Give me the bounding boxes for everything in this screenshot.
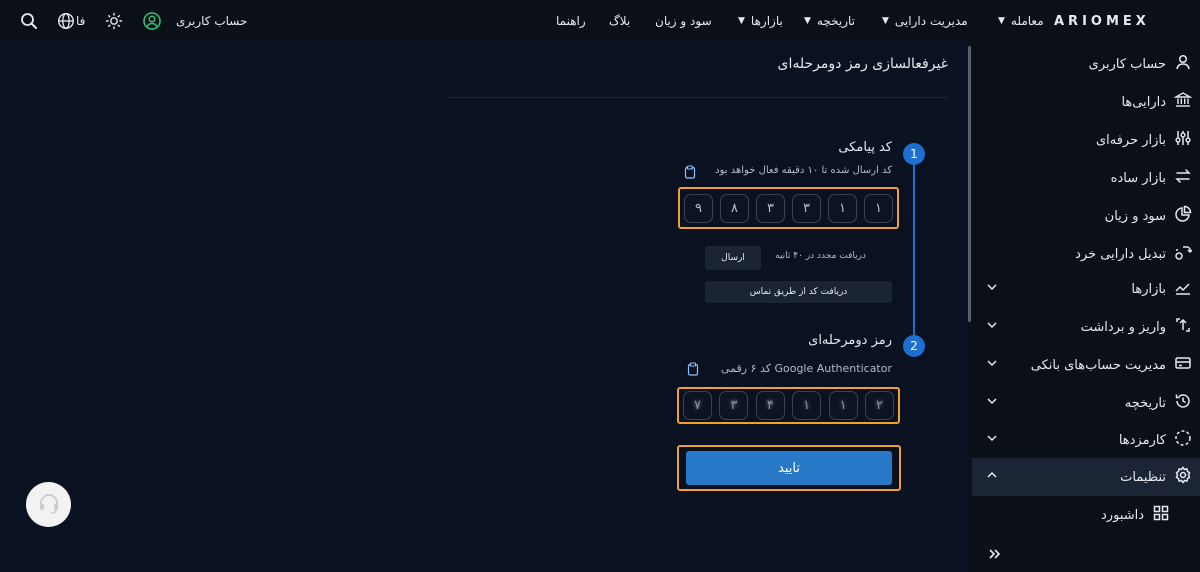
confirm-button[interactable]: تایید	[686, 451, 892, 485]
user-icon	[1174, 53, 1192, 75]
title-divider	[448, 97, 948, 98]
sms-code-digit-1[interactable]: ۱	[864, 193, 893, 223]
chevron-down-icon	[986, 281, 998, 297]
dashboard-icon	[1152, 504, 1170, 526]
sidebar-item-dust-convert[interactable]: تبدیل دارایی خرد	[972, 235, 1200, 273]
nav-guide[interactable]: راهنما	[556, 0, 586, 42]
chevron-up-icon	[986, 469, 998, 485]
step-connector	[913, 162, 915, 338]
user-circle-icon[interactable]	[142, 0, 162, 42]
sidebar-item-history[interactable]: تاریخچه	[972, 384, 1200, 422]
main-content	[0, 42, 968, 572]
swap-icon	[1174, 167, 1192, 189]
twofa-digit-4[interactable]: ۴	[755, 391, 785, 420]
twofa-digit-1[interactable]: ۲	[864, 391, 894, 420]
sidebar-item-account[interactable]: حساب کاربری	[972, 45, 1200, 83]
caret-down-icon: ▼	[882, 16, 889, 26]
logo[interactable]: ARIOMEX	[1054, 0, 1150, 42]
caret-down-icon: ▼	[804, 16, 811, 26]
account-menu[interactable]: حساب کاربری	[176, 0, 247, 42]
twofa-digit-2[interactable]: ۱	[828, 391, 858, 420]
twofa-digit-5[interactable]: ۳	[719, 391, 749, 420]
fee-icon	[1174, 429, 1192, 451]
sms-code-input-frame: ۱ ۱ ۳ ۳ ۸ ۹	[678, 187, 899, 229]
scrollbar-thumb[interactable]	[968, 46, 971, 322]
twofa-digit-3[interactable]: ۱	[792, 391, 822, 420]
language-label[interactable]: فا	[76, 0, 85, 42]
paste-clipboard-icon[interactable]	[687, 361, 699, 380]
double-chevron-icon[interactable]	[987, 546, 1003, 565]
convert-icon	[1174, 243, 1193, 265]
sms-code-digit-2[interactable]: ۱	[828, 193, 857, 223]
sms-code-digit-4[interactable]: ۳	[756, 193, 785, 223]
caret-down-icon: ▼	[738, 16, 745, 26]
twofa-hint: کد ۶ رقمی Google Authenticator	[720, 362, 892, 375]
headset-icon	[37, 491, 61, 519]
sidebar-item-markets[interactable]: بازارها	[972, 270, 1200, 308]
deposit-icon	[1174, 316, 1192, 338]
send-code-button[interactable]: ارسال	[705, 246, 761, 270]
chevron-down-icon	[986, 357, 998, 373]
sms-code-title: کد پیامکی	[838, 140, 892, 155]
nav-markets[interactable]: ▼ بازارها	[734, 0, 783, 42]
sidebar-item-pro-market[interactable]: بازار حرفه‌ای	[972, 121, 1200, 159]
history-icon	[1174, 392, 1192, 414]
chevron-down-icon	[986, 432, 998, 448]
nav-profit-loss[interactable]: سود و زیان	[655, 0, 712, 42]
chevron-down-icon	[986, 319, 998, 335]
nav-blog[interactable]: بلاگ	[609, 0, 630, 42]
support-chat-button[interactable]	[26, 482, 71, 527]
step-1-badge: 1	[903, 143, 925, 165]
pie-chart-icon	[1174, 205, 1192, 227]
chevron-down-icon	[986, 395, 998, 411]
sidebar-item-simple-market[interactable]: بازار ساده	[972, 159, 1200, 197]
sms-code-digit-3[interactable]: ۳	[792, 193, 821, 223]
search-icon[interactable]	[20, 0, 38, 42]
bank-icon	[1173, 91, 1193, 113]
sidebar-item-settings[interactable]: تنظیمات	[972, 458, 1200, 496]
call-code-button[interactable]: دریافت کد از طریق تماس	[705, 281, 892, 303]
step-2-badge: 2	[903, 335, 925, 357]
sms-code-digit-6[interactable]: ۹	[684, 193, 713, 223]
nav-history[interactable]: ▼ تاریخچه	[800, 0, 855, 42]
sidebar-item-dashboard[interactable]: داشبورد	[972, 496, 1200, 534]
sidebar-item-assets[interactable]: دارایی‌ها	[972, 83, 1200, 121]
card-icon	[1174, 354, 1192, 376]
twofa-input-frame: ۲ ۱ ۱ ۴ ۳ ۷	[677, 387, 900, 424]
sidebar-item-profit-loss[interactable]: سود و زیان	[972, 197, 1200, 235]
page-title: غیرفعالسازی رمز دومرحله‌ای	[777, 56, 948, 72]
nav-trade[interactable]: ▼ معامله	[994, 0, 1044, 42]
sidebar-item-deposit-withdraw[interactable]: واریز و برداشت	[972, 308, 1200, 346]
sidebar-item-bank-accounts[interactable]: مدیریت حساب‌های بانکی	[972, 346, 1200, 384]
sms-code-digit-5[interactable]: ۸	[720, 193, 749, 223]
paste-clipboard-icon[interactable]	[684, 164, 696, 183]
sliders-icon	[1174, 129, 1192, 151]
caret-down-icon: ▼	[998, 16, 1005, 26]
sms-code-hint: کد ارسال شده تا ۱۰ دقیقه فعال خواهد بود	[715, 165, 892, 176]
sun-icon[interactable]	[105, 0, 123, 42]
twofa-digit-6[interactable]: ۷	[683, 391, 712, 420]
sidebar-item-fees[interactable]: کارمزدها	[972, 421, 1200, 459]
twofa-title: رمز دومرحله‌ای	[808, 333, 892, 348]
nav-asset-management[interactable]: ▼ مدیریت دارایی	[878, 0, 968, 42]
settings-icon	[1174, 466, 1192, 488]
resend-countdown: دریافت مجدد در ۴۰ ثانیه	[775, 251, 866, 261]
globe-icon[interactable]	[57, 0, 75, 42]
chart-line-icon	[1174, 278, 1192, 300]
